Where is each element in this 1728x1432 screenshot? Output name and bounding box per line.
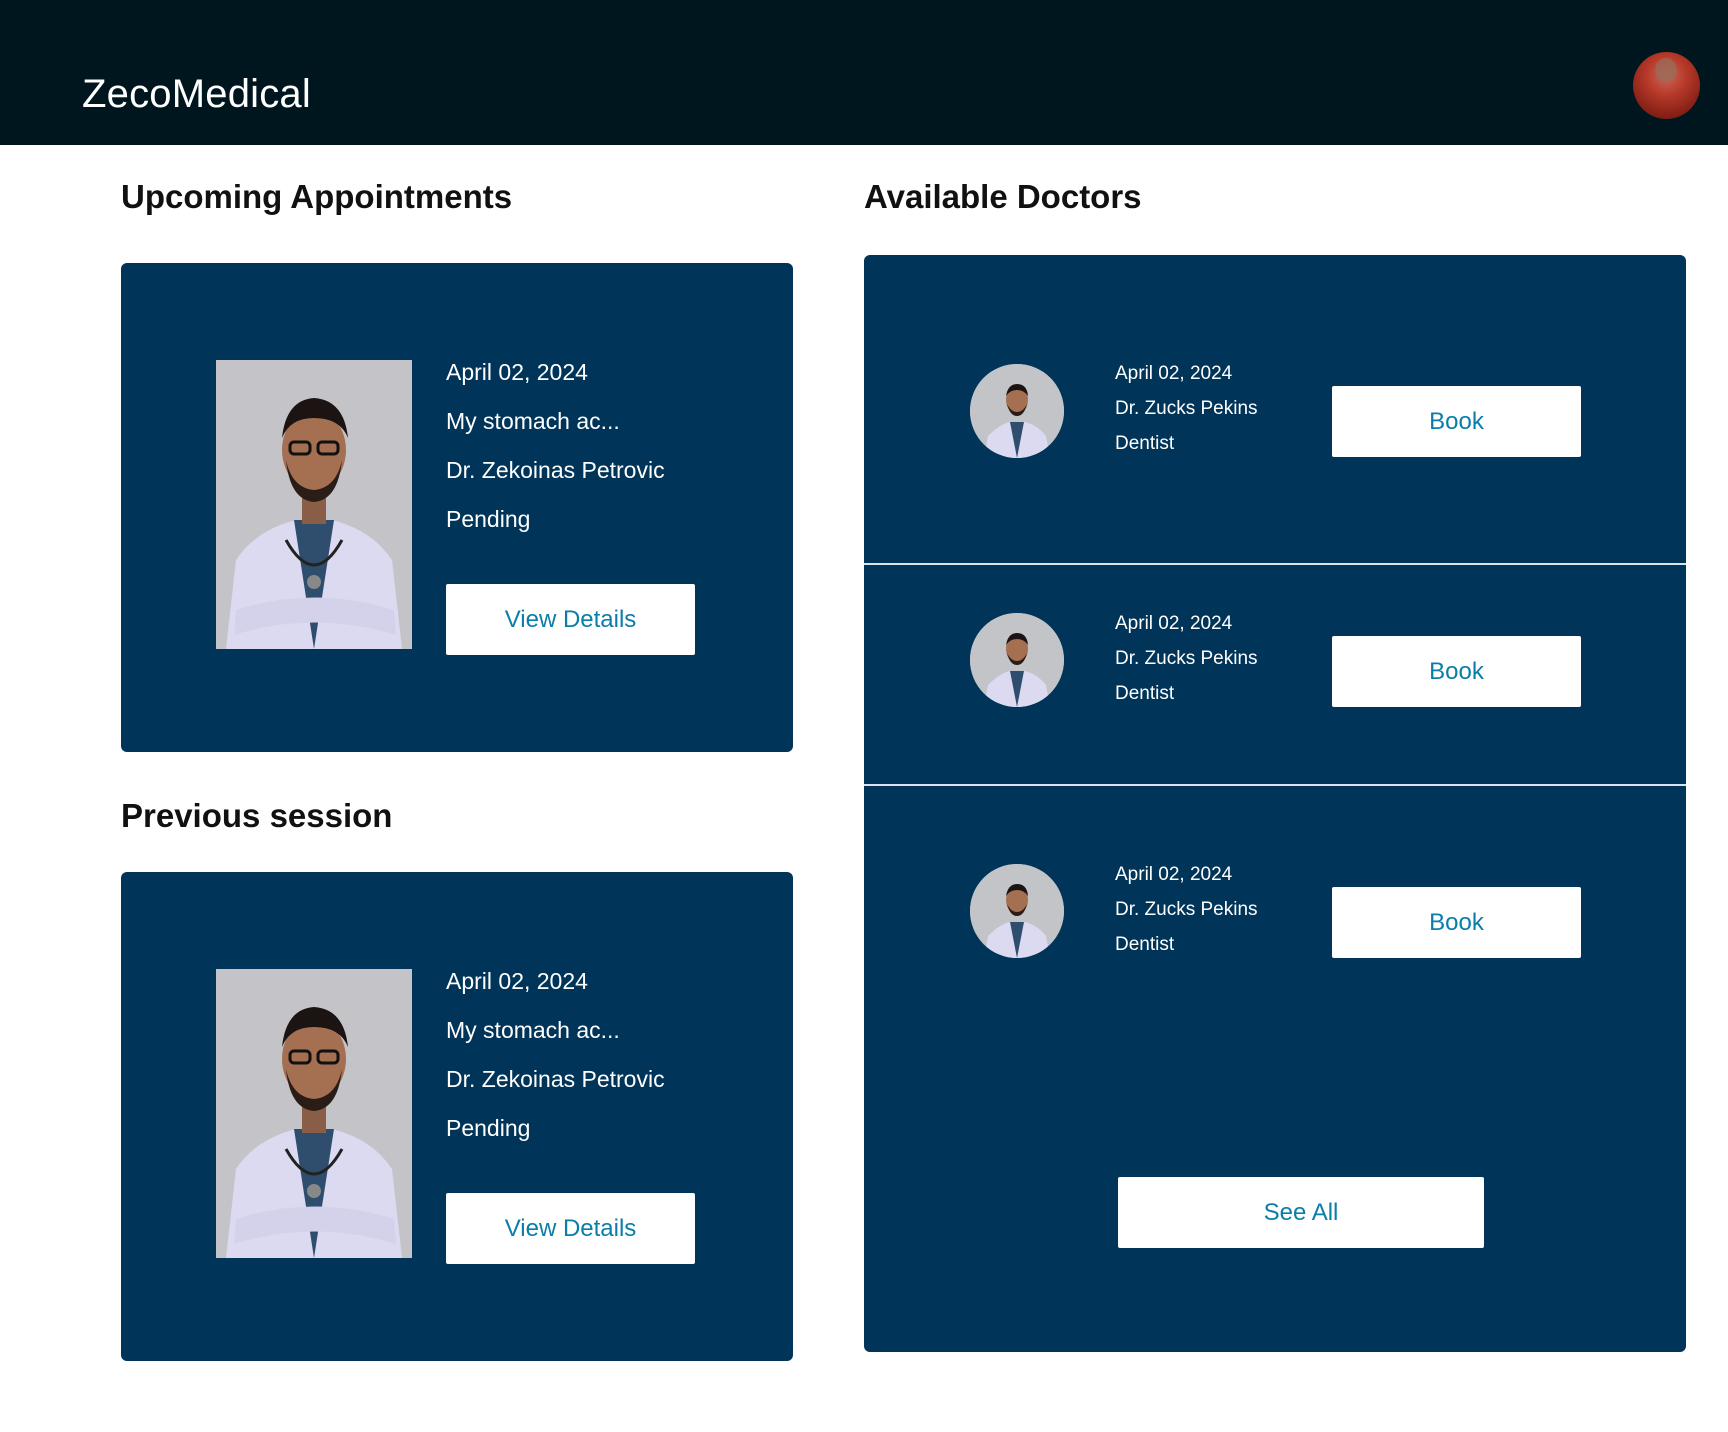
doctor-specialty: Dentist <box>1115 433 1175 454</box>
doctor-name: Dr. Zucks Pekins <box>1115 648 1258 669</box>
view-details-button[interactable]: View Details <box>446 584 695 655</box>
doctor-avatar-image <box>970 864 1064 958</box>
upcoming-appointments-heading: Upcoming Appointments <box>121 178 513 215</box>
appointment-status: Pending <box>446 506 531 532</box>
book-button[interactable]: Book <box>1332 636 1581 707</box>
session-date: April 02, 2024 <box>446 968 588 994</box>
doctor-specialty: Dentist <box>1115 683 1175 704</box>
doctor-portrait-image <box>216 360 412 649</box>
doctor-list-item: April 02, 2024 Dr. Zucks Pekins Dentist … <box>864 565 1686 783</box>
appointment-reason: My stomach ac... <box>446 408 620 434</box>
previous-session-card: April 02, 2024 My stomach ac... Dr. Zeko… <box>121 872 793 1361</box>
session-doctor: Dr. Zekoinas Petrovic <box>446 1066 665 1092</box>
doctor-specialty: Dentist <box>1115 934 1175 955</box>
upcoming-appointment-card: April 02, 2024 My stomach ac... Dr. Zeko… <box>121 263 793 752</box>
doctor-date: April 02, 2024 <box>1115 864 1233 885</box>
doctor-avatar <box>970 364 1064 458</box>
top-header: ZecoMedical <box>0 0 1728 145</box>
available-doctors-heading: Available Doctors <box>864 178 1142 215</box>
avatar-face <box>1655 58 1677 82</box>
available-doctors-panel: April 02, 2024 Dr. Zucks Pekins Dentist … <box>864 255 1686 1352</box>
see-all-button[interactable]: See All <box>1118 1177 1484 1248</box>
doctor-avatar-image <box>970 364 1064 458</box>
previous-session-heading: Previous session <box>121 797 393 834</box>
book-button[interactable]: Book <box>1332 386 1581 457</box>
doctor-avatar <box>970 613 1064 707</box>
session-reason: My stomach ac... <box>446 1017 620 1043</box>
doctor-list-item: April 02, 2024 Dr. Zucks Pekins Dentist … <box>864 255 1686 563</box>
doctor-name: Dr. Zucks Pekins <box>1115 398 1258 419</box>
session-status: Pending <box>446 1115 531 1141</box>
doctor-portrait-image <box>216 969 412 1258</box>
book-button[interactable]: Book <box>1332 887 1581 958</box>
doctor-list-item: April 02, 2024 Dr. Zucks Pekins Dentist … <box>864 786 1686 1006</box>
doctor-date: April 02, 2024 <box>1115 363 1233 384</box>
doctor-photo <box>216 360 412 649</box>
doctor-avatar <box>970 864 1064 958</box>
doctor-date: April 02, 2024 <box>1115 613 1233 634</box>
doctor-photo <box>216 969 412 1258</box>
appointment-date: April 02, 2024 <box>446 359 588 385</box>
user-avatar[interactable] <box>1633 52 1700 119</box>
doctor-avatar-image <box>970 613 1064 707</box>
view-details-button[interactable]: View Details <box>446 1193 695 1264</box>
doctor-name: Dr. Zucks Pekins <box>1115 899 1258 920</box>
appointment-doctor: Dr. Zekoinas Petrovic <box>446 457 665 483</box>
app-title: ZecoMedical <box>82 72 311 116</box>
